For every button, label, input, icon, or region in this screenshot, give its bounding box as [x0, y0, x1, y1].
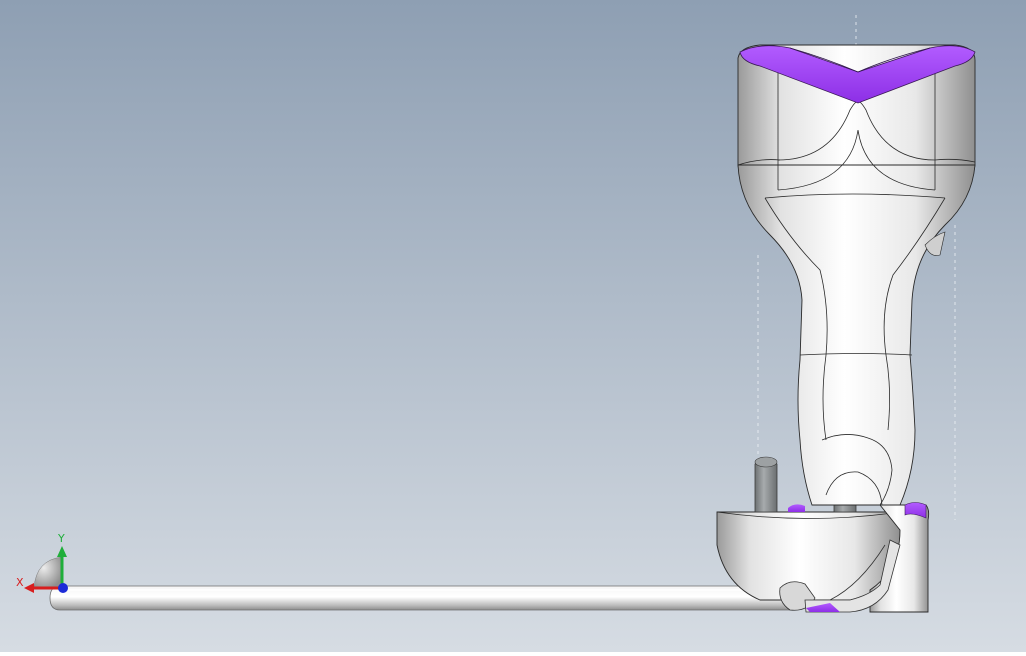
z-axis-arrow — [58, 583, 68, 593]
model-canvas[interactable] — [0, 0, 1026, 652]
triad-y-label: Y — [58, 532, 65, 545]
power-cable[interactable] — [49, 585, 801, 611]
3d-graphics-viewport[interactable]: Y X — [0, 0, 1026, 652]
triad-x-label: X — [16, 576, 24, 589]
plug-pin-left[interactable] — [754, 456, 778, 513]
